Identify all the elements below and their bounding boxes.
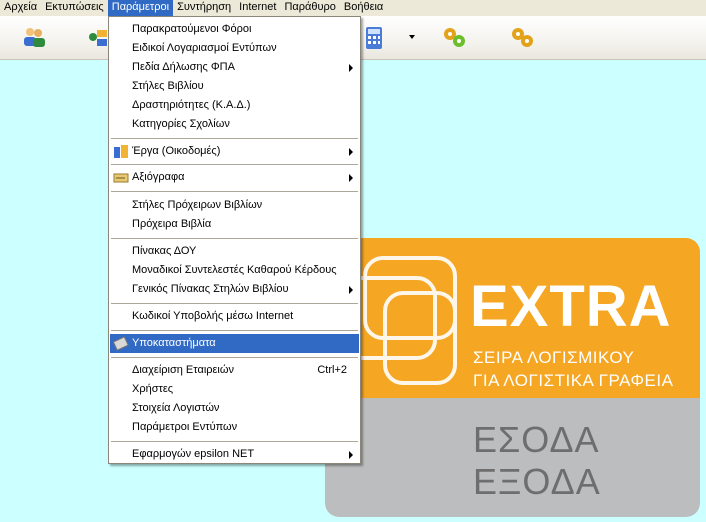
submenu-arrow-icon [349, 64, 353, 72]
menu-separator [111, 138, 358, 139]
menu-window[interactable]: Παράθυρο [280, 0, 339, 16]
menu-item-branches[interactable]: Υποκαταστήματα [110, 334, 359, 353]
menu-item-withholding-taxes[interactable]: Παρακρατούμενοι Φόροι [110, 20, 359, 39]
menu-item-net-profit-coefficients[interactable]: Μοναδικοί Συντελεστές Καθαρού Κέρδους [110, 261, 359, 280]
shortcut-label: Ctrl+2 [317, 364, 347, 376]
menu-item-special-form-accounts[interactable]: Ειδικοί Λογαριασμοί Εντύπων [110, 39, 359, 58]
menu-item-tax-office-table[interactable]: Πίνακας ΔΟΥ [110, 242, 359, 261]
parameters-dropdown-menu: Παρακρατούμενοι Φόροι Ειδικοί Λογαριασμο… [108, 16, 361, 464]
logo-subtitle-2: ΓΙΑ ΛΟΓΙΣΤΙΚΑ ΓΡΑΦΕΙΑ [473, 371, 674, 390]
menu-maintenance[interactable]: Συντήρηση [173, 0, 235, 16]
submenu-arrow-icon [349, 451, 353, 459]
menu-separator [111, 441, 358, 442]
menu-separator [111, 238, 358, 239]
menu-separator [111, 303, 358, 304]
menu-item-accountant-details[interactable]: Στοιχεία Λογιστών [110, 399, 359, 418]
toolbar-dropdown-caret-icon[interactable] [409, 35, 415, 39]
logo-esoda: ΕΣΟΔΑ [473, 419, 600, 460]
logo-exoda: ΕΞΟΔΑ [473, 461, 601, 502]
menu-item-general-book-columns[interactable]: Γενικός Πίνακας Στηλών Βιβλίου [110, 280, 359, 299]
menu-item-draft-book-columns[interactable]: Στήλες Πρόχειρων Βιβλίων [110, 196, 359, 215]
users-icon[interactable] [22, 26, 46, 48]
menu-parameters[interactable]: Παράμετροι [107, 0, 174, 16]
gears-icon-2[interactable] [510, 26, 536, 50]
cheque-icon [113, 173, 129, 183]
logo-gray-panel: ΕΣΟΔΑ ΕΞΟΔΑ [325, 397, 700, 517]
menu-item-securities[interactable]: Αξιόγραφα [110, 168, 359, 187]
menu-separator [111, 191, 358, 192]
logo-subtitle-1: ΣΕΙΡΑ ΛΟΓΙΣΜΙΚΟΥ [473, 348, 635, 367]
menu-file[interactable]: Αρχεία [0, 0, 41, 16]
menu-separator [111, 357, 358, 358]
menu-bar: Αρχεία Εκτυπώσεις Παράμετροι Συντήρηση I… [0, 0, 706, 16]
logo-orange-panel: EXTRA ΣΕΙΡΑ ΛΟΓΙΣΜΙΚΟΥ ΓΙΑ ΛΟΓΙΣΤΙΚΑ ΓΡΑ… [325, 238, 700, 398]
menu-item-epsilon-apps[interactable]: Εφαρμογών epsilon NET [110, 445, 359, 464]
network-icon[interactable] [88, 26, 110, 48]
menu-item-projects[interactable]: Έργα (Οικοδομές) [110, 142, 359, 161]
menu-separator [111, 164, 358, 165]
menu-item-comment-categories[interactable]: Κατηγορίες Σχολίων [110, 115, 359, 134]
menu-item-vat-fields[interactable]: Πεδία Δήλωσης ΦΠΑ [110, 58, 359, 77]
calculator-icon[interactable] [364, 26, 384, 50]
menu-item-draft-books[interactable]: Πρόχειρα Βιβλία [110, 215, 359, 234]
menu-internet[interactable]: Internet [235, 0, 280, 16]
menu-prints[interactable]: Εκτυπώσεις [41, 0, 108, 16]
menu-item-internet-submission-codes[interactable]: Κωδικοί Υποβολής μέσω Internet [110, 307, 359, 326]
menu-item-form-parameters[interactable]: Παράμετροι Εντύπων [110, 418, 359, 437]
branch-icon [113, 336, 129, 351]
gears-icon[interactable] [442, 26, 468, 50]
menu-separator [111, 330, 358, 331]
menu-item-company-management[interactable]: Διαχείριση Εταιρειών Ctrl+2 [110, 361, 359, 380]
submenu-arrow-icon [349, 286, 353, 294]
menu-item-users[interactable]: Χρήστες [110, 380, 359, 399]
menu-help[interactable]: Βοήθεια [340, 0, 387, 16]
buildings-icon [114, 145, 128, 158]
menu-item-book-columns[interactable]: Στήλες Βιβλίου [110, 77, 359, 96]
menu-item-activities[interactable]: Δραστηριότητες (Κ.Α.Δ.) [110, 96, 359, 115]
logo-title: EXTRA [470, 274, 672, 339]
submenu-arrow-icon [349, 148, 353, 156]
submenu-arrow-icon [349, 174, 353, 182]
